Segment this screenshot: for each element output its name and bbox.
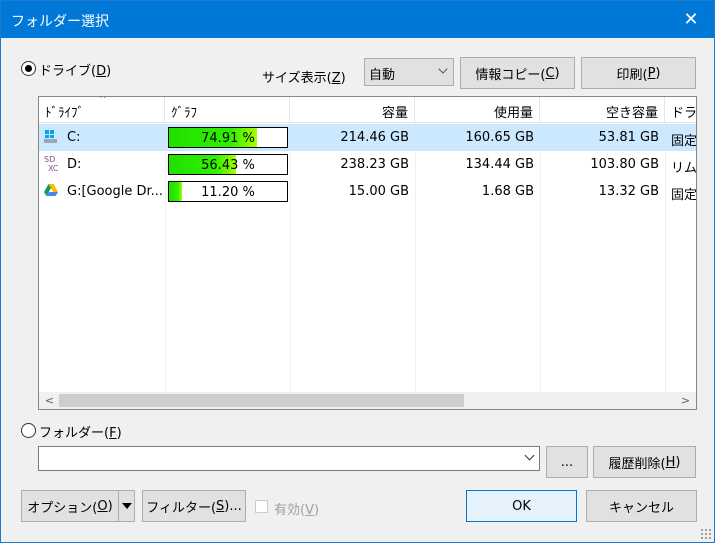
column-header-free[interactable]: 空き容量 bbox=[540, 97, 665, 123]
resize-grip-icon[interactable] bbox=[700, 528, 712, 540]
folder-radio-label[interactable]: フォルダー(F) bbox=[39, 422, 122, 441]
drive-radio-label[interactable]: ドライブ(D) bbox=[39, 60, 111, 79]
usage-bar: 74.91 % bbox=[168, 127, 288, 148]
drive-list[interactable]: ﾄﾞﾗｲﾌﾞ ^ ｸﾞﾗﾌ 容量 使用量 空き容量 ドライ C: 74.91 % bbox=[38, 96, 697, 410]
table-row[interactable]: C: 74.91 % 214.46 GB 160.65 GB 53.81 GB … bbox=[39, 124, 697, 151]
scroll-right-icon[interactable]: > bbox=[677, 392, 694, 409]
options-dropdown-button[interactable] bbox=[118, 490, 135, 522]
drive-type: リム- bbox=[671, 161, 697, 176]
chevron-down-icon bbox=[438, 64, 448, 74]
size-display-select[interactable]: 自動 bbox=[364, 58, 454, 86]
folder-select-dialog: フォルダー選択 ✕ ドライブ(D) サイズ表示(Z) 自動 情報コピー(C) 印… bbox=[0, 0, 715, 543]
usage-percent: 11.20 % bbox=[201, 185, 255, 200]
horizontal-scrollbar[interactable]: < > bbox=[39, 392, 696, 409]
capacity-value: 238.23 GB bbox=[340, 157, 409, 172]
windows-drive-icon bbox=[44, 130, 57, 143]
options-button[interactable]: オプション(O) bbox=[21, 490, 118, 522]
free-value: 103.80 GB bbox=[590, 157, 659, 172]
svg-text:XC: XC bbox=[48, 164, 59, 173]
capacity-value: 214.46 GB bbox=[340, 130, 409, 145]
used-value: 134.44 GB bbox=[465, 157, 534, 172]
used-value: 1.68 GB bbox=[481, 184, 534, 199]
scroll-thumb[interactable] bbox=[59, 394, 464, 407]
close-icon: ✕ bbox=[683, 9, 699, 30]
usage-bar: 11.20 % bbox=[168, 181, 288, 202]
usage-percent: 56.43 % bbox=[201, 158, 255, 173]
clear-history-button[interactable]: 履歴削除(H) bbox=[593, 446, 696, 478]
sort-ascending-icon: ^ bbox=[99, 97, 107, 105]
browse-button[interactable]: ... bbox=[546, 446, 588, 478]
valid-checkbox-label: 有効(V) bbox=[274, 503, 320, 518]
valid-checkbox[interactable] bbox=[255, 500, 268, 513]
close-button[interactable]: ✕ bbox=[668, 1, 714, 38]
drive-name: G:[Google Dr... bbox=[67, 184, 164, 199]
dropdown-arrow-icon bbox=[121, 503, 132, 509]
list-header: ﾄﾞﾗｲﾌﾞ ^ ｸﾞﾗﾌ 容量 使用量 空き容量 ドライ bbox=[39, 97, 696, 123]
capacity-value: 15.00 GB bbox=[348, 184, 409, 199]
drive-radio[interactable] bbox=[21, 61, 36, 76]
svg-text:SD: SD bbox=[44, 155, 55, 164]
size-display-label: サイズ表示(Z) bbox=[262, 71, 346, 86]
drive-type: 固定 bbox=[671, 134, 697, 149]
print-button[interactable]: 印刷(P) bbox=[581, 57, 696, 89]
table-row[interactable]: G:[Google Dr... 11.20 % 15.00 GB 1.68 GB… bbox=[39, 178, 697, 205]
column-header-graph[interactable]: ｸﾞﾗﾌ bbox=[165, 97, 290, 123]
google-drive-icon bbox=[44, 184, 58, 196]
scroll-left-icon[interactable]: < bbox=[41, 392, 58, 409]
used-value: 160.65 GB bbox=[465, 130, 534, 145]
cancel-button[interactable]: キャンセル bbox=[586, 490, 697, 522]
folder-radio[interactable] bbox=[21, 423, 36, 438]
column-header-capacity[interactable]: 容量 bbox=[290, 97, 415, 123]
copy-info-button[interactable]: 情報コピー(C) bbox=[460, 57, 575, 89]
folder-path-input[interactable] bbox=[38, 446, 540, 471]
usage-bar: 56.43 % bbox=[168, 154, 288, 175]
title-bar: フォルダー選択 ✕ bbox=[1, 1, 714, 38]
ok-button[interactable]: OK bbox=[466, 490, 577, 522]
column-header-used[interactable]: 使用量 bbox=[415, 97, 540, 123]
column-header-drive[interactable]: ﾄﾞﾗｲﾌﾞ ^ bbox=[39, 97, 165, 123]
size-display-value: 自動 bbox=[369, 68, 396, 83]
window-title: フォルダー選択 bbox=[11, 14, 109, 30]
drive-name: D: bbox=[67, 157, 82, 172]
sdxc-card-icon: SD XC bbox=[44, 155, 59, 173]
chevron-down-icon[interactable] bbox=[524, 450, 535, 461]
column-header-drive-type[interactable]: ドライ bbox=[665, 97, 696, 123]
filter-button[interactable]: フィルター(S)... bbox=[142, 490, 246, 522]
drive-type: 固定 bbox=[671, 188, 697, 203]
drive-name: C: bbox=[67, 130, 81, 145]
free-value: 13.32 GB bbox=[598, 184, 659, 199]
usage-percent: 74.91 % bbox=[201, 131, 255, 146]
table-row[interactable]: SD XC D: 56.43 % 238.23 GB 134.44 GB 103… bbox=[39, 151, 697, 178]
free-value: 53.81 GB bbox=[598, 130, 659, 145]
